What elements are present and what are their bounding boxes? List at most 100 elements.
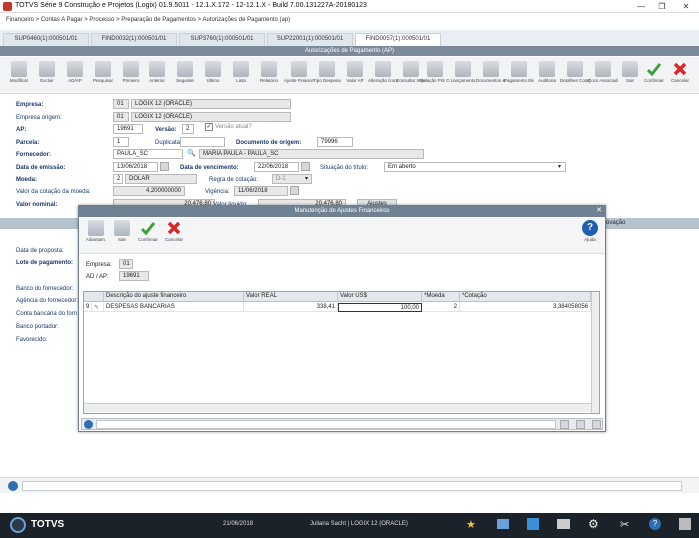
empresa-code-field[interactable]: 01: [113, 99, 129, 109]
doc-origem-label: Documento de origem:: [236, 140, 302, 146]
grid-header-descricao[interactable]: Descrição do ajuste financeiro: [104, 292, 244, 302]
moeda-name-field: DOLAR: [125, 174, 197, 184]
toolbar-button-25[interactable]: Cancelar: [665, 59, 695, 93]
situacao-label: Situação do título:: [320, 165, 369, 171]
cell-moeda[interactable]: 2: [422, 303, 460, 312]
toolbar-button-8[interactable]: Último: [198, 59, 228, 93]
ajustes-grid: Descrição do ajuste financeiro Valor REA…: [83, 291, 600, 414]
favorites-star-icon[interactable]: ★: [466, 518, 476, 531]
row-edit-icon[interactable]: ✎: [92, 303, 104, 312]
empresa-origem-code-field[interactable]: 01: [113, 112, 129, 122]
toolbar-button-14[interactable]: Alteração Ícone: [368, 59, 398, 93]
fornecedor-name-field: MARIA PAULA - PAULA_SC: [199, 149, 424, 159]
versao-field[interactable]: 2: [182, 124, 194, 134]
dialog-close-icon[interactable]: ✕: [595, 207, 603, 215]
status-mail-icon[interactable]: [592, 420, 601, 429]
toolbar-button-9[interactable]: Lista: [226, 59, 256, 93]
exit-taskbar-icon[interactable]: [679, 518, 691, 530]
check-icon: [140, 220, 156, 236]
folder-icon[interactable]: [497, 519, 509, 529]
data-vencimento-field[interactable]: 22/06/2018: [254, 162, 299, 172]
toolbar-button-18[interactable]: Documentos & Títulos: [476, 59, 506, 93]
next-icon: [177, 61, 193, 77]
grid-rownum-header: [84, 292, 104, 302]
ap-number-field[interactable]: 19691: [113, 124, 143, 134]
toolbar-button-4[interactable]: Pesquisar: [88, 59, 118, 93]
tab-sup0460[interactable]: SUP0460(1):000501/01: [3, 33, 89, 46]
toolbar-button-6[interactable]: Anterior: [142, 59, 172, 93]
versao-atual-checkbox[interactable]: ✓: [205, 123, 213, 131]
toolbar-button-19[interactable]: Pagamento Eletrônico: [504, 59, 534, 93]
cell-valor-real[interactable]: 338,41: [244, 303, 338, 312]
situacao-select[interactable]: Em aberto: [384, 162, 566, 172]
tab-find0057[interactable]: FIND0057(1):000501/01: [355, 33, 441, 46]
regra-cotacao-label: Regra de cotação:: [209, 177, 259, 183]
situacao-chevron-down-icon[interactable]: ▾: [558, 163, 561, 170]
maximize-button[interactable]: ❐: [651, 0, 673, 13]
status-print-icon[interactable]: [576, 420, 585, 429]
aprovacao-tab[interactable]: ovação: [606, 220, 625, 226]
toolbar-button-17[interactable]: Lançamento: [448, 59, 478, 93]
regra-chevron-down-icon[interactable]: ▾: [305, 175, 308, 182]
cell-descricao[interactable]: DESPESAS BANCARIAS: [104, 303, 244, 312]
window-icon[interactable]: [527, 518, 539, 530]
grid-header-valor-usd[interactable]: Valor US$: [338, 292, 422, 302]
toolbar-button-1[interactable]: Modificar: [4, 59, 34, 93]
minimize-button[interactable]: —: [630, 0, 652, 13]
grid-header-cotacao[interactable]: *Cotação: [460, 292, 591, 302]
banco-fornecedor-label: Banco do fornecedor:: [16, 286, 74, 292]
duplicata-field[interactable]: [180, 137, 225, 147]
toolbar-button-11[interactable]: Ajuste Financeiro: [284, 59, 314, 93]
totvs-logo-icon: [10, 517, 26, 533]
data-emissao-calendar-icon[interactable]: [160, 162, 169, 171]
versao-label: Versão:: [155, 127, 177, 133]
tab-sup3760[interactable]: SUP3760(1):000501/01: [179, 33, 265, 46]
conta-bancaria-label: Conta bancária do forn: [16, 311, 78, 317]
toolbar-button-10[interactable]: Relatório: [254, 59, 284, 93]
versao-atual-label: Versão atual?: [215, 124, 252, 130]
grid-header-moeda[interactable]: *Moeda: [422, 292, 460, 302]
toolbar-button-21[interactable]: Detalhes Cotação: [560, 59, 590, 93]
cotacao-label: Valor da cotação da moeda:: [16, 189, 91, 195]
printer-icon[interactable]: [557, 519, 570, 529]
vigencia-calendar-icon[interactable]: [290, 186, 299, 195]
help-taskbar-icon[interactable]: ?: [649, 518, 661, 530]
empresa-name-field: LOGIX 12 (ORACLE): [131, 99, 291, 109]
grid-header-valor-real[interactable]: Valor REAL: [244, 292, 338, 302]
toolbar-button-22[interactable]: Docs Associados: [588, 59, 618, 93]
parcela-field[interactable]: 1: [113, 137, 129, 147]
ap-label: AP:: [16, 127, 27, 133]
advance-icon: [88, 220, 104, 236]
settings-gear-icon[interactable]: ⚙: [588, 517, 599, 531]
toolbar-button-7[interactable]: Seguinte: [170, 59, 200, 93]
tab-find0032[interactable]: FIND0032(1):000501/01: [91, 33, 177, 46]
fornecedor-code-field[interactable]: PAULA_SC: [113, 149, 183, 159]
toolbar-button-16[interactable]: Relação PIS COFINS/CSLL: [420, 59, 450, 93]
tools-icon[interactable]: ✂: [620, 518, 629, 531]
help-button[interactable]: ? Ajuda: [575, 218, 605, 252]
empresa-origem-name-field: LOGIX 12 (ORACLE): [131, 112, 291, 122]
dialog-cancel-button[interactable]: Cancelar: [159, 218, 189, 252]
grid-vertical-scrollbar[interactable]: [591, 292, 599, 413]
toolbar-button-12[interactable]: Tipo Despesa: [312, 59, 342, 93]
close-window-button[interactable]: ✕: [675, 0, 697, 13]
cell-valor-usd[interactable]: 100,00: [338, 303, 422, 312]
moeda-code-field[interactable]: 2: [113, 174, 123, 184]
payment-icon: [511, 61, 527, 77]
exit-icon: [114, 220, 130, 236]
data-vencimento-calendar-icon[interactable]: [301, 162, 310, 171]
toolbar-button-3[interactable]: AD/AP: [60, 59, 90, 93]
grid-horizontal-scrollbar[interactable]: [84, 403, 591, 412]
status-tool-icon[interactable]: [560, 420, 569, 429]
toolbar-button-2[interactable]: Excluir: [32, 59, 62, 93]
taxes-icon: [403, 61, 419, 77]
tab-sup22001[interactable]: SUP22001(1):000501/01: [267, 33, 353, 46]
fornecedor-search-icon[interactable]: 🔍: [187, 149, 196, 157]
cancel-icon: [166, 220, 182, 236]
toolbar-button-13[interactable]: Valor AP: [340, 59, 370, 93]
data-emissao-field[interactable]: 13/06/2018: [113, 162, 158, 172]
doc-origem-field[interactable]: 79996: [317, 137, 353, 147]
banco-portador-label: Banco portador:: [16, 324, 59, 330]
cell-cotacao[interactable]: 3,384058056: [460, 303, 591, 312]
toolbar-button-20[interactable]: Auditoria: [532, 59, 562, 93]
